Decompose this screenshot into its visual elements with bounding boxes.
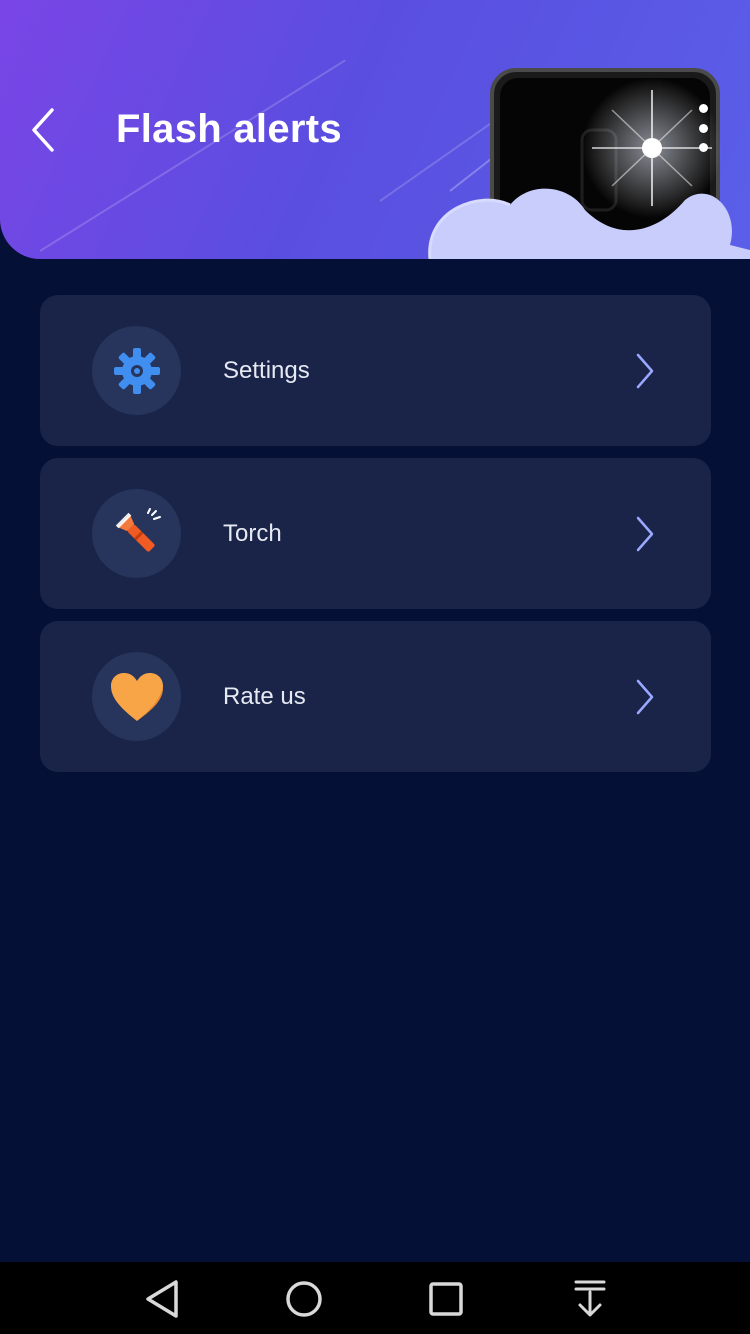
- heart-icon: [110, 672, 163, 721]
- page-title: Flash alerts: [116, 107, 342, 151]
- menu-item-label: Settings: [223, 357, 310, 384]
- menu-item-torch[interactable]: Torch: [40, 458, 711, 609]
- phone-flash-illustration: [428, 68, 750, 259]
- icon-circle: [92, 652, 181, 741]
- back-triangle-icon: [146, 1280, 178, 1318]
- chevron-right-icon: [636, 353, 654, 389]
- nav-recents-button[interactable]: [416, 1276, 476, 1322]
- chevron-right-icon: [636, 516, 654, 552]
- back-button[interactable]: [18, 100, 68, 160]
- flashlight-icon: [115, 507, 161, 552]
- chevron-right-icon: [636, 679, 654, 715]
- notification-pull-icon: [574, 1280, 606, 1317]
- menu-list: Settings Torch Rate us: [40, 295, 711, 784]
- more-options-button[interactable]: [688, 100, 718, 156]
- nav-home-button[interactable]: [274, 1276, 334, 1322]
- menu-item-label: Torch: [223, 520, 282, 547]
- more-vertical-icon: [698, 123, 708, 133]
- recents-square-icon: [429, 1282, 463, 1316]
- more-vertical-icon: [698, 104, 708, 113]
- more-vertical-icon: [698, 143, 708, 152]
- nav-notification-button[interactable]: [560, 1276, 620, 1322]
- menu-item-rate-us[interactable]: Rate us: [40, 621, 711, 772]
- icon-circle: [92, 326, 181, 415]
- header-banner: Flash alerts: [0, 0, 750, 259]
- chevron-left-icon: [32, 108, 54, 152]
- decorative-streak: [39, 59, 346, 252]
- nav-back-button[interactable]: [132, 1276, 192, 1322]
- system-navigation-bar: [0, 1262, 750, 1334]
- menu-item-settings[interactable]: Settings: [40, 295, 711, 446]
- gear-icon: [113, 347, 160, 394]
- icon-circle: [92, 489, 181, 578]
- menu-item-label: Rate us: [223, 683, 306, 710]
- home-circle-icon: [286, 1281, 322, 1317]
